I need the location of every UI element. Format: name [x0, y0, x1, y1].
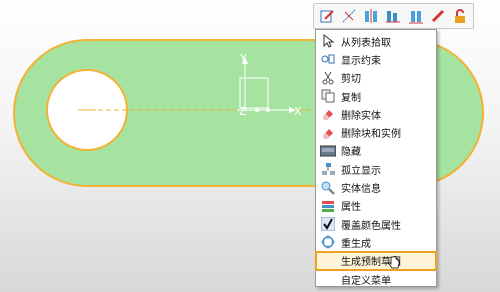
- menu-item-label: 自定义菜单: [341, 275, 391, 287]
- menu-item-label: 从列表拾取: [341, 37, 391, 49]
- csys-z-label: Z: [239, 105, 247, 118]
- menu-item-label: 删除实体: [341, 110, 381, 122]
- menu-item-regenerate[interactable]: 重生成: [316, 233, 436, 251]
- hand-cursor-icon: [388, 256, 400, 269]
- menu-item-label: 重生成: [341, 238, 371, 250]
- menu-item-label: 删除块和实例: [341, 129, 401, 141]
- menu-item-delete-block-instance[interactable]: 删除块和实例: [316, 123, 436, 141]
- menu-item-pick-from-list[interactable]: 从列表拾取: [316, 32, 436, 50]
- edit-sketch-icon[interactable]: [317, 5, 337, 27]
- isolate-icon: [320, 162, 336, 176]
- menu-item-label: 隐藏: [341, 147, 361, 159]
- hide-icon: [320, 144, 336, 158]
- scissors-icon: [320, 71, 336, 85]
- offset-icon[interactable]: [406, 5, 426, 27]
- pattern-icon[interactable]: [383, 5, 403, 27]
- menu-item-delete-entity[interactable]: 删除实体: [316, 105, 436, 123]
- lock-icon[interactable]: [450, 5, 470, 27]
- menu-item-cut[interactable]: 剪切: [316, 69, 436, 87]
- regenerate-icon: [320, 235, 336, 249]
- mirror-icon[interactable]: [361, 5, 381, 27]
- menu-item-customize-menu[interactable]: 自定义菜单: [316, 270, 436, 288]
- eraser-icon: [320, 126, 336, 140]
- constraint-icon: [320, 52, 336, 66]
- mini-toolbar: [313, 3, 474, 29]
- dimension-icon[interactable]: [339, 5, 359, 27]
- menu-item-isolate[interactable]: 孤立显示: [316, 160, 436, 178]
- menu-item-label: 属性: [341, 202, 361, 214]
- menu-item-label: 实体信息: [341, 184, 381, 196]
- menu-item-copy[interactable]: 复制: [316, 87, 436, 105]
- menu-item-generate-prefab-sketch[interactable]: 生成预制草图: [315, 250, 437, 271]
- info-icon: [320, 181, 336, 195]
- menu-item-show-constraints[interactable]: 显示约束: [316, 50, 436, 68]
- pen-icon[interactable]: [428, 5, 448, 27]
- eraser-icon: [320, 107, 336, 121]
- menu-item-label: 覆盖颜色属性: [341, 220, 401, 232]
- csys-x-label: X: [294, 105, 302, 118]
- menu-item-label: 孤立显示: [341, 165, 381, 177]
- menu-item-label: 显示约束: [341, 55, 381, 67]
- copy-icon: [320, 89, 336, 103]
- menu-item-label: 复制: [341, 92, 361, 104]
- menu-item-entity-info[interactable]: 实体信息: [316, 178, 436, 196]
- csys-y-label: Y: [239, 52, 247, 65]
- checkmark-icon: [320, 217, 336, 232]
- menu-item-override-color[interactable]: 覆盖颜色属性: [316, 215, 436, 233]
- menu-item-hide[interactable]: 隐藏: [316, 142, 436, 160]
- menu-item-properties[interactable]: 属性: [316, 197, 436, 215]
- menu-item-label: 剪切: [341, 74, 361, 86]
- pointer-icon: [320, 34, 336, 48]
- context-menu: 从列表拾取 显示约束 剪切 复制 删除实体 删除块和实例 隐藏 孤立显示 实体信…: [315, 29, 437, 287]
- properties-icon: [320, 199, 336, 213]
